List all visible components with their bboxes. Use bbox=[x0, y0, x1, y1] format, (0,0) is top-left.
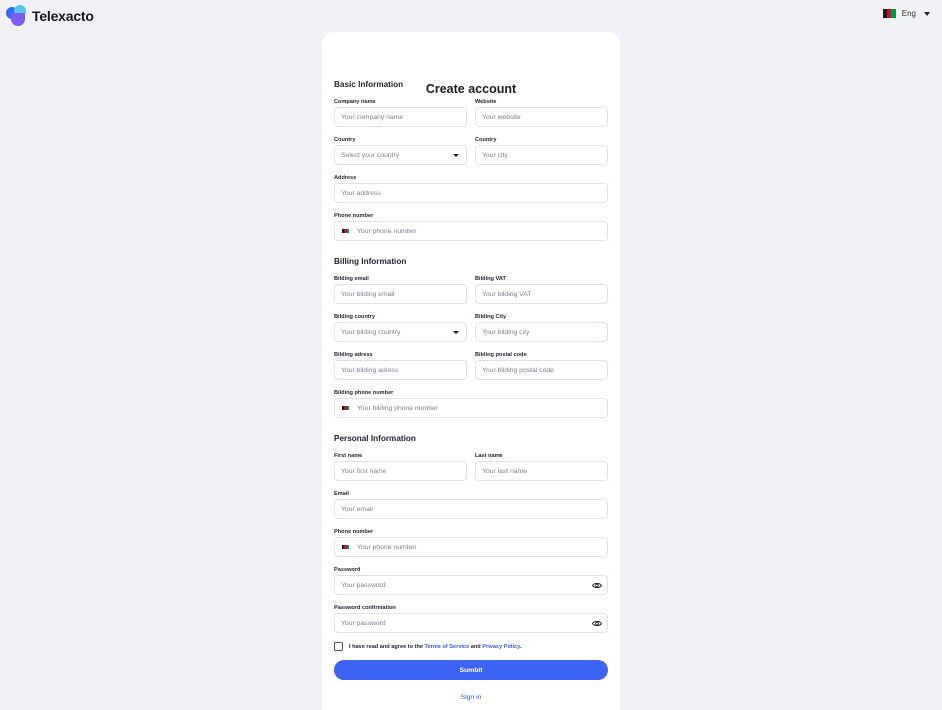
website-input[interactable]: Your website bbox=[475, 107, 608, 127]
phone-input[interactable]: Your phone number bbox=[334, 221, 608, 241]
terms-of-service-link[interactable]: Terms of Service bbox=[425, 644, 470, 650]
afghanistan-flag-icon[interactable] bbox=[342, 228, 349, 234]
top-bar: Telexacto Eng bbox=[0, 0, 942, 34]
chevron-down-icon bbox=[453, 331, 459, 334]
first-name-input[interactable]: Your first name bbox=[334, 461, 467, 481]
brand[interactable]: Telexacto bbox=[6, 5, 94, 27]
email-input[interactable]: Your email bbox=[334, 499, 608, 519]
afghanistan-flag-icon[interactable] bbox=[342, 405, 349, 411]
language-label: Eng bbox=[901, 9, 916, 18]
billing-email-input[interactable]: Your bilding email bbox=[334, 284, 467, 304]
eye-icon[interactable] bbox=[592, 619, 602, 628]
billing-city-label: Bilding City bbox=[475, 314, 507, 320]
company-name-label: Company name bbox=[334, 99, 376, 105]
last-name-label: Last name bbox=[475, 453, 503, 459]
billing-vat-input[interactable]: Your bilding VAT bbox=[475, 284, 608, 304]
telexacto-logo-icon bbox=[6, 5, 28, 27]
billing-postal-input[interactable]: Your bilding postal code bbox=[475, 360, 608, 380]
terms-agreement: I have read and agree to the Terms of Se… bbox=[334, 642, 521, 651]
eye-icon[interactable] bbox=[592, 581, 602, 590]
language-selector[interactable]: Eng bbox=[882, 9, 930, 18]
agree-text: I have read and agree to the Terms of Se… bbox=[349, 643, 522, 650]
billing-postal-label: Bilding postal code bbox=[475, 352, 527, 358]
terms-checkbox[interactable] bbox=[334, 642, 343, 651]
password-confirm-input[interactable]: Your password bbox=[334, 613, 608, 633]
website-label: Website bbox=[475, 99, 497, 105]
billing-vat-label: Bilding VAT bbox=[475, 276, 506, 282]
billing-city-input[interactable]: Your bilding city bbox=[475, 322, 608, 342]
country-select[interactable]: Select your country bbox=[334, 145, 467, 165]
city-label: Country bbox=[475, 137, 497, 143]
billing-phone-label: Bilding phone number bbox=[334, 390, 394, 396]
phone-label: Phone number bbox=[334, 213, 374, 219]
billing-email-label: Bilding email bbox=[334, 276, 369, 282]
brand-name: Telexacto bbox=[32, 8, 94, 24]
personal-phone-label: Phone number bbox=[334, 529, 374, 535]
country-label: Country bbox=[334, 137, 356, 143]
sign-in-link[interactable]: Sign in bbox=[322, 694, 620, 701]
password-input[interactable]: Your password bbox=[334, 575, 608, 595]
billing-address-label: Bilding adress bbox=[334, 352, 373, 358]
privacy-policy-link[interactable]: Privacy Policy bbox=[482, 644, 520, 650]
chevron-down-icon bbox=[453, 154, 459, 157]
submit-button[interactable]: Sumbit bbox=[334, 660, 608, 680]
section-title-basic: Basic Information bbox=[334, 80, 404, 89]
password-label: Password bbox=[334, 567, 361, 573]
company-name-input[interactable]: Your company name bbox=[334, 107, 467, 127]
first-name-label: First name bbox=[334, 453, 363, 459]
afghanistan-flag-icon bbox=[882, 9, 896, 18]
address-label: Address bbox=[334, 175, 357, 181]
last-name-input[interactable]: Your last name bbox=[475, 461, 608, 481]
address-input[interactable]: Your address bbox=[334, 183, 608, 203]
personal-phone-input[interactable]: Your phone number bbox=[334, 537, 608, 557]
password-confirm-label: Password confirmation bbox=[334, 605, 396, 611]
city-input[interactable]: Your city bbox=[475, 145, 608, 165]
billing-country-select[interactable]: Your bilding country bbox=[334, 322, 467, 342]
billing-phone-input[interactable]: Your bilding phone number bbox=[334, 398, 608, 418]
email-label: Email bbox=[334, 491, 349, 497]
section-title-billing: Billing Information bbox=[334, 257, 407, 266]
afghanistan-flag-icon[interactable] bbox=[342, 544, 349, 550]
billing-address-input[interactable]: Your bilding adress bbox=[334, 360, 467, 380]
section-title-personal: Personal Information bbox=[334, 434, 416, 443]
billing-country-label: Bilding country bbox=[334, 314, 376, 320]
chevron-down-icon bbox=[924, 11, 930, 16]
create-account-card: Create account Basic Information Company… bbox=[322, 32, 620, 710]
